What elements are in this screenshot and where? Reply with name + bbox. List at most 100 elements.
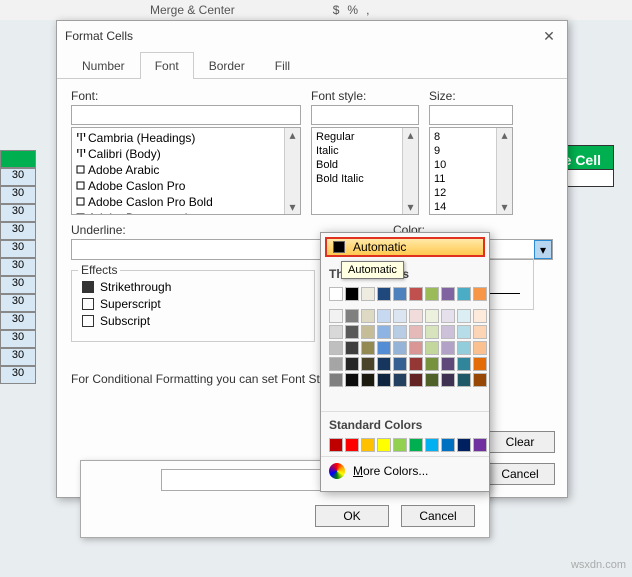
- color-swatch[interactable]: [377, 438, 391, 452]
- color-swatch[interactable]: [409, 373, 423, 387]
- color-swatch[interactable]: [377, 325, 391, 339]
- color-swatch[interactable]: [457, 325, 471, 339]
- color-swatch[interactable]: [361, 325, 375, 339]
- sub-cancel-button[interactable]: Cancel: [401, 505, 475, 527]
- color-swatch[interactable]: [345, 438, 359, 452]
- more-colors-item[interactable]: More Colors...: [321, 456, 489, 485]
- fontstyle-list[interactable]: Regular Italic Bold Bold Italic ▴▾: [311, 127, 419, 215]
- cell[interactable]: 30: [0, 240, 36, 258]
- tab-border[interactable]: Border: [194, 52, 260, 79]
- cell[interactable]: 30: [0, 222, 36, 240]
- color-swatch[interactable]: [361, 341, 375, 355]
- cell[interactable]: 30: [0, 276, 36, 294]
- color-swatch[interactable]: [473, 438, 487, 452]
- cell[interactable]: 30: [0, 330, 36, 348]
- cell[interactable]: 30: [0, 348, 36, 366]
- color-swatch[interactable]: [473, 341, 487, 355]
- strikethrough-checkbox[interactable]: Strikethrough: [82, 280, 304, 294]
- color-swatch[interactable]: [377, 309, 391, 323]
- size-input[interactable]: [429, 105, 513, 125]
- color-swatch[interactable]: [457, 357, 471, 371]
- color-swatch[interactable]: [361, 309, 375, 323]
- fontstyle-input[interactable]: [311, 105, 419, 125]
- color-swatch[interactable]: [409, 341, 423, 355]
- color-swatch[interactable]: [329, 438, 343, 452]
- subscript-checkbox[interactable]: Subscript: [82, 314, 304, 328]
- scrollbar[interactable]: ▴▾: [496, 128, 512, 214]
- merge-center-label[interactable]: Merge & Center: [150, 3, 235, 17]
- color-swatch[interactable]: [329, 287, 343, 301]
- color-swatch[interactable]: [345, 309, 359, 323]
- color-swatch[interactable]: [425, 373, 439, 387]
- color-swatch[interactable]: [393, 357, 407, 371]
- color-swatch[interactable]: [457, 373, 471, 387]
- color-swatch[interactable]: [425, 325, 439, 339]
- color-swatch[interactable]: [441, 287, 455, 301]
- clear-button[interactable]: Clear: [485, 431, 555, 453]
- font-list[interactable]: ͲCambria (Headings) ͲCalibri (Body) Adob…: [71, 127, 301, 215]
- color-swatch[interactable]: [457, 341, 471, 355]
- color-swatch[interactable]: [393, 287, 407, 301]
- color-swatch[interactable]: [329, 373, 343, 387]
- scrollbar[interactable]: ▴▾: [402, 128, 418, 214]
- color-swatch[interactable]: [473, 309, 487, 323]
- tab-fill[interactable]: Fill: [260, 52, 305, 79]
- sub-ok-button[interactable]: OK: [315, 505, 389, 527]
- color-swatch[interactable]: [361, 287, 375, 301]
- color-swatch[interactable]: [345, 287, 359, 301]
- color-swatch[interactable]: [441, 357, 455, 371]
- color-swatch[interactable]: [393, 341, 407, 355]
- cell[interactable]: 30: [0, 294, 36, 312]
- tab-number[interactable]: Number: [67, 52, 140, 79]
- color-swatch[interactable]: [425, 309, 439, 323]
- color-swatch[interactable]: [441, 438, 455, 452]
- color-swatch[interactable]: [361, 357, 375, 371]
- scrollbar[interactable]: ▴▾: [284, 128, 300, 214]
- color-swatch[interactable]: [409, 325, 423, 339]
- color-swatch[interactable]: [361, 438, 375, 452]
- color-swatch[interactable]: [425, 287, 439, 301]
- color-swatch[interactable]: [473, 325, 487, 339]
- cell[interactable]: 30: [0, 204, 36, 222]
- color-swatch[interactable]: [425, 341, 439, 355]
- color-swatch[interactable]: [377, 287, 391, 301]
- color-swatch[interactable]: [377, 341, 391, 355]
- color-swatch[interactable]: [473, 287, 487, 301]
- color-swatch[interactable]: [345, 373, 359, 387]
- color-swatch[interactable]: [441, 373, 455, 387]
- color-swatch[interactable]: [441, 309, 455, 323]
- color-swatch[interactable]: [457, 309, 471, 323]
- color-swatch[interactable]: [409, 357, 423, 371]
- font-input[interactable]: [71, 105, 301, 125]
- color-swatch[interactable]: [345, 341, 359, 355]
- cell[interactable]: 30: [0, 258, 36, 276]
- color-swatch[interactable]: [377, 357, 391, 371]
- cancel-button[interactable]: Cancel: [485, 463, 555, 485]
- color-swatch[interactable]: [393, 325, 407, 339]
- automatic-color-item[interactable]: Automatic: [325, 237, 485, 257]
- chevron-down-icon[interactable]: ▾: [534, 240, 552, 259]
- color-swatch[interactable]: [329, 309, 343, 323]
- tab-font[interactable]: Font: [140, 52, 194, 79]
- superscript-checkbox[interactable]: Superscript: [82, 297, 304, 311]
- color-swatch[interactable]: [409, 309, 423, 323]
- color-swatch[interactable]: [393, 438, 407, 452]
- color-swatch[interactable]: [345, 325, 359, 339]
- cell[interactable]: 30: [0, 168, 36, 186]
- color-swatch[interactable]: [473, 373, 487, 387]
- size-list[interactable]: 8 9 10 11 12 14 ▴▾: [429, 127, 513, 215]
- color-swatch[interactable]: [393, 373, 407, 387]
- color-swatch[interactable]: [329, 357, 343, 371]
- close-icon[interactable]: ✕: [539, 28, 559, 45]
- color-swatch[interactable]: [457, 438, 471, 452]
- cell[interactable]: 30: [0, 312, 36, 330]
- color-swatch[interactable]: [425, 357, 439, 371]
- color-swatch[interactable]: [473, 357, 487, 371]
- color-swatch[interactable]: [409, 287, 423, 301]
- color-swatch[interactable]: [441, 325, 455, 339]
- color-swatch[interactable]: [409, 438, 423, 452]
- color-swatch[interactable]: [457, 287, 471, 301]
- color-swatch[interactable]: [393, 309, 407, 323]
- color-swatch[interactable]: [441, 341, 455, 355]
- color-swatch[interactable]: [361, 373, 375, 387]
